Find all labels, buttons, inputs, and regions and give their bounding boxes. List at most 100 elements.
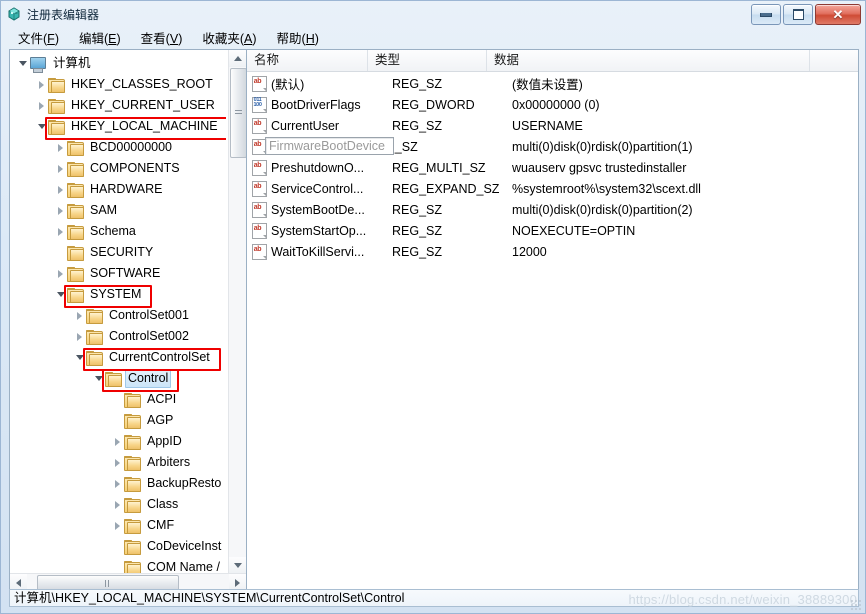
folder-icon [86,329,103,345]
tree-node-hardware[interactable]: HARDWARE [10,179,226,200]
minimize-button[interactable] [751,4,781,25]
tree-node-schema[interactable]: Schema [10,221,226,242]
title-bar: 注册表编辑器 ✕ [1,1,865,27]
tree-node-sam[interactable]: SAM [10,200,226,221]
expand-arrow-closed-icon[interactable] [111,473,124,494]
tree-node-cmf[interactable]: CMF [10,515,226,536]
column-header-name[interactable]: 名称 [247,50,368,71]
menu-item-file[interactable]: 文件(F) [9,26,68,50]
dword-value-icon: 011 100 [251,97,267,113]
value-name: CurrentUser [271,118,340,133]
value-row[interactable]: ab i_SZ multi(0)disk(0)rdisk(0)partition(1… [247,136,858,157]
value-row[interactable]: ab WaitToKillServi... REG_SZ 12000 [247,241,858,262]
menu-item-favorites[interactable]: 收藏夹(A) [193,26,265,50]
expand-arrow-closed-icon[interactable] [54,137,67,158]
tree-node-system[interactable]: SYSTEM [10,284,226,305]
tree-node-software[interactable]: SOFTWARE [10,263,226,284]
menu-bar: 文件(F) 编辑(E) 查看(V) 收藏夹(A) 帮助(H) [1,27,865,49]
expand-arrow-closed-icon[interactable] [35,95,48,116]
tree-node-control[interactable]: Control [10,368,226,389]
tree-node-class[interactable]: Class [10,494,226,515]
tree-node-bcd00000000[interactable]: BCD00000000 [10,137,226,158]
scroll-up-button[interactable] [229,50,246,67]
value-data: wuauserv gpsvc trustedinstaller [512,160,687,175]
expand-arrow-closed-icon[interactable] [54,221,67,242]
menu-item-help[interactable]: 帮助(H) [268,26,328,50]
value-row[interactable]: ab SystemStartOp... REG_SZ NOEXECUTE=OPTIN [247,220,858,241]
expand-arrow-closed-icon[interactable] [73,326,86,347]
menu-item-view[interactable]: 查看(V) [132,26,192,50]
title-bar-left: 注册表编辑器 [1,6,99,23]
menu-edit-text: 编辑( [78,32,109,46]
close-button[interactable]: ✕ [815,4,861,25]
expand-arrow-closed-icon[interactable] [35,74,48,95]
tree-node-hkey-classes-root[interactable]: HKEY_CLASSES_ROOT [10,74,226,95]
folder-icon [124,455,141,471]
menu-help-tail: ) [314,32,319,46]
expand-arrow-closed-icon[interactable] [111,494,124,515]
resize-grip[interactable] [850,599,862,611]
window-controls: ✕ [751,4,861,25]
menu-item-edit[interactable]: 编辑(E) [70,26,130,50]
value-row[interactable]: 011 100 BootDriverFlags REG_DWORD 0x00000000… [247,94,858,115]
menu-file-tail: ) [54,32,59,46]
value-row[interactable]: ab CurrentUser REG_SZ USERNAME [247,115,858,136]
tree-node--[interactable]: 计算机 [10,53,226,74]
rename-input[interactable]: FirmwareBootDevice [265,137,394,155]
tree-node-controlset001[interactable]: ControlSet001 [10,305,226,326]
expand-arrow-closed-icon[interactable] [54,158,67,179]
tree-no-arrow [111,557,124,574]
expand-arrow-open-icon[interactable] [92,368,105,389]
tree-node-acpi[interactable]: ACPI [10,389,226,410]
expand-arrow-closed-icon[interactable] [111,515,124,536]
tree-node-com-name-[interactable]: COM Name / [10,557,226,574]
tree-node-controlset002[interactable]: ControlSet002 [10,326,226,347]
tree-node-backupresto[interactable]: BackupResto [10,473,226,494]
expand-arrow-closed-icon[interactable] [54,263,67,284]
column-header-type[interactable]: 类型 [368,50,487,71]
menu-view-text: 查看( [140,32,170,46]
menu-edit-accel: E [108,32,117,46]
close-icon: ✕ [832,7,844,22]
registry-editor-window: 注册表编辑器 ✕ 文件(F) 编辑(E) 查看(V) 收藏夹(A) 帮助(H) … [0,0,866,614]
vertical-scroll-thumb[interactable] [230,68,246,158]
value-row[interactable]: ab ServiceControl... REG_EXPAND_SZ %systemr… [247,178,858,199]
chevron-left-icon [16,578,21,587]
tree-node-label: Arbiters [147,455,191,469]
scroll-down-button[interactable] [229,557,246,574]
value-row[interactable]: ab (默认) REG_SZ (数值未设置) [247,73,858,94]
tree-node-appid[interactable]: AppID [10,431,226,452]
column-header-data[interactable]: 数据 [487,50,810,71]
menu-fav-text: 收藏夹( [202,32,245,46]
value-type: REG_MULTI_SZ [392,160,486,175]
expand-arrow-open-icon[interactable] [73,347,86,368]
expand-arrow-open-icon[interactable] [54,284,67,305]
expand-arrow-closed-icon[interactable] [54,200,67,221]
expand-arrow-closed-icon[interactable] [111,452,124,473]
string-value-icon: ab [251,202,267,218]
string-value-icon: ab [251,244,267,260]
tree-node-label: ControlSet002 [109,329,189,343]
expand-arrow-open-icon[interactable] [35,116,48,137]
tree-node-currentcontrolset[interactable]: CurrentControlSet [10,347,226,368]
expand-arrow-closed-icon[interactable] [73,305,86,326]
tree-vertical-scrollbar[interactable] [228,50,246,574]
tree-node-components[interactable]: COMPONENTS [10,158,226,179]
tree-node-agp[interactable]: AGP [10,410,226,431]
expand-arrow-open-icon[interactable] [16,53,29,74]
value-type: i_SZ [392,139,418,154]
maximize-button[interactable] [783,4,813,25]
string-value-icon: ab [251,118,267,134]
tree-node-security[interactable]: SECURITY [10,242,226,263]
tree-node-hkey-current-user[interactable]: HKEY_CURRENT_USER [10,95,226,116]
tree-node-codeviceinst[interactable]: CoDeviceInst [10,536,226,557]
expand-arrow-closed-icon[interactable] [111,431,124,452]
value-row[interactable]: ab SystemBootDe... REG_SZ multi(0)disk(0)rd… [247,199,858,220]
expand-arrow-closed-icon[interactable] [54,179,67,200]
value-name: SystemBootDe... [271,202,365,217]
tree-node-arbiters[interactable]: Arbiters [10,452,226,473]
chevron-down-icon [233,563,242,568]
value-row[interactable]: ab PreshutdownO... REG_MULTI_SZ wuauserv gp… [247,157,858,178]
tree-node-hkey-local-machine[interactable]: HKEY_LOCAL_MACHINE [10,116,226,137]
